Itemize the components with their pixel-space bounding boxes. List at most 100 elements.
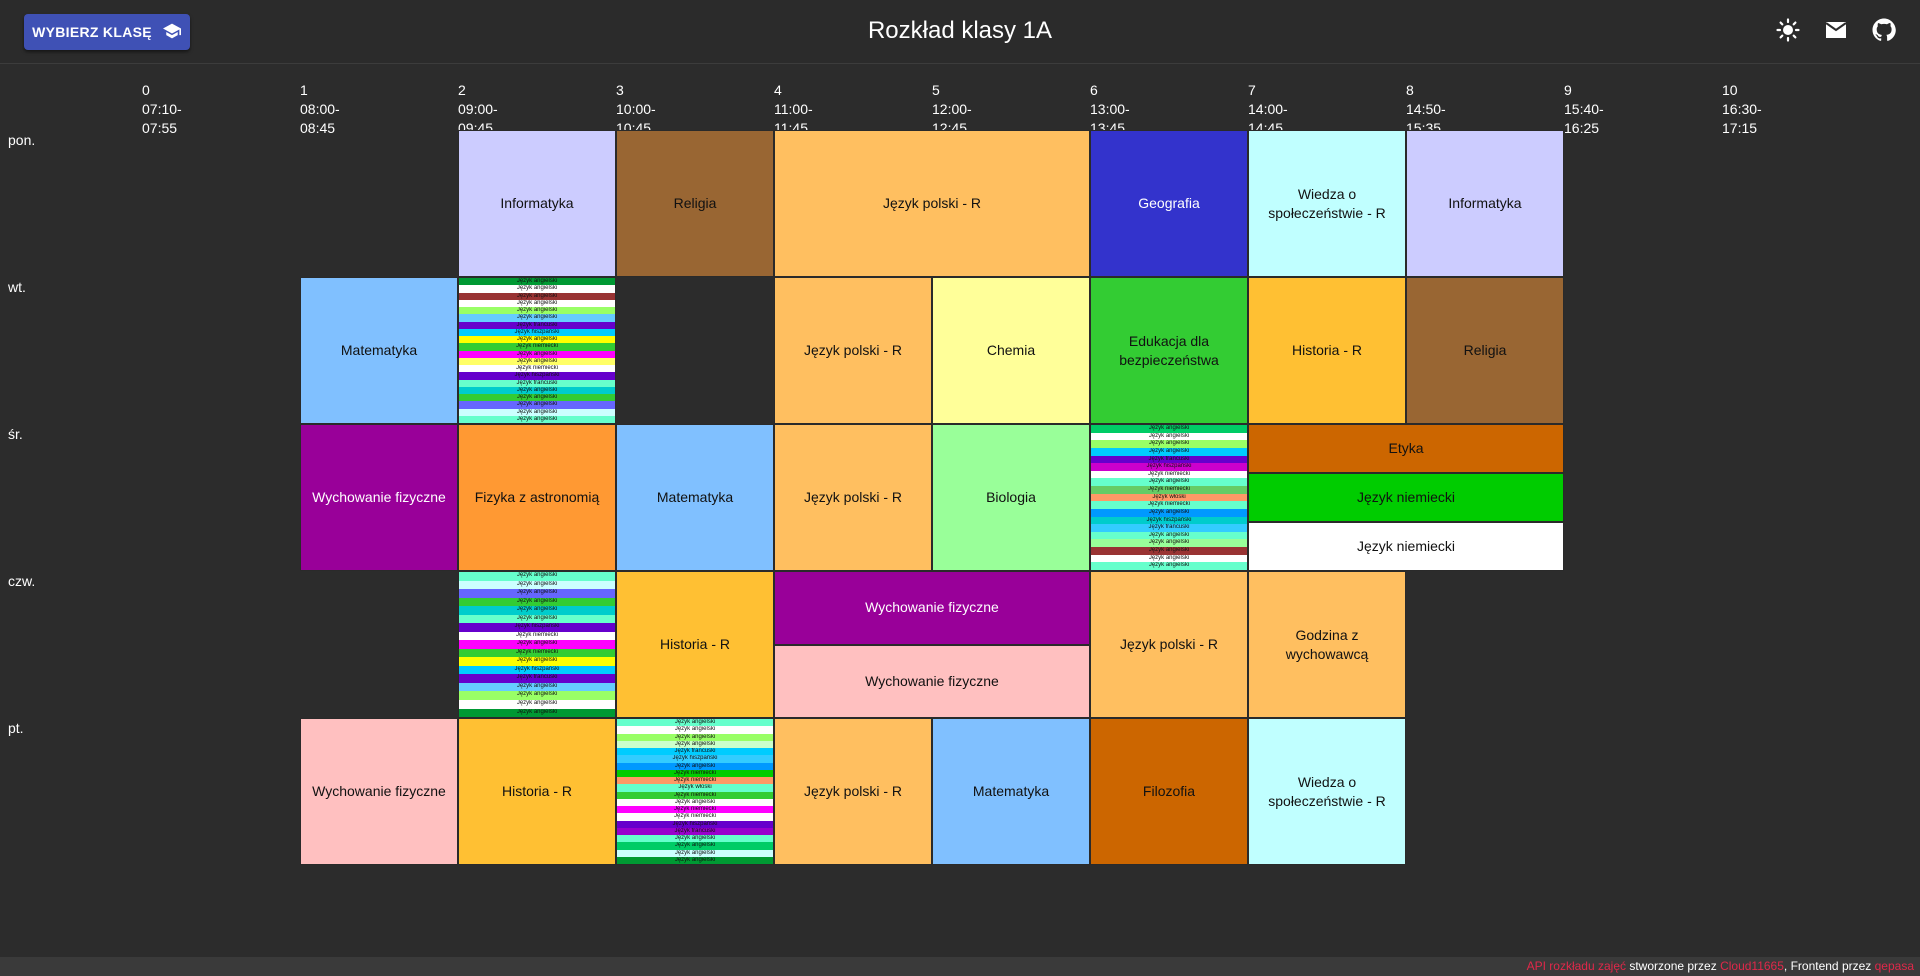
- group-strip[interactable]: Język angielski: [617, 719, 773, 727]
- footer-frontend-link[interactable]: qepasa: [1875, 959, 1914, 973]
- group-strip[interactable]: Język angielski: [617, 726, 773, 734]
- group-strip[interactable]: Język angielski: [1091, 440, 1247, 448]
- group-strip[interactable]: Język angielski: [459, 640, 615, 649]
- group-strip[interactable]: Język angielski: [617, 842, 773, 850]
- group-strip[interactable]: Język angielski: [459, 394, 615, 402]
- group-strip[interactable]: Język hiszpański: [459, 623, 615, 632]
- group-strip[interactable]: Język angielski: [617, 856, 773, 864]
- lesson-cell[interactable]: Język niemiecki: [1248, 522, 1564, 571]
- group-strip[interactable]: Język angielski: [459, 299, 615, 307]
- lesson-cell[interactable]: Geografia: [1090, 130, 1248, 277]
- group-strip[interactable]: Język francuski: [617, 748, 773, 756]
- lesson-cell[interactable]: Fizyka z astronomią: [458, 424, 616, 571]
- group-strip[interactable]: Język niemiecki: [617, 791, 773, 799]
- group-strip[interactable]: Język angielski: [459, 278, 615, 286]
- group-strip[interactable]: Język angielski: [1091, 432, 1247, 441]
- group-strip[interactable]: Język niemiecki: [617, 813, 773, 821]
- group-strip[interactable]: Język angielski: [459, 350, 615, 358]
- lesson-cell[interactable]: Wychowanie fizyczne: [774, 644, 1090, 718]
- lesson-cell[interactable]: Język polski - R: [774, 424, 932, 571]
- lesson-cell[interactable]: Wychowanie fizyczne: [300, 718, 458, 865]
- group-strip[interactable]: Język hiszpański: [459, 328, 615, 336]
- lesson-cell[interactable]: Wychowanie fizyczne: [774, 571, 1090, 645]
- group-strip[interactable]: Język angielski: [617, 733, 773, 741]
- lesson-cell[interactable]: Religia: [616, 130, 774, 277]
- lesson-cell[interactable]: Matematyka: [932, 718, 1090, 865]
- group-strip[interactable]: Język angielski: [1091, 508, 1247, 517]
- lesson-cell[interactable]: Biologia: [932, 424, 1090, 571]
- group-strip[interactable]: Język angielski: [459, 292, 615, 300]
- lesson-cell[interactable]: Wychowanie fizyczne: [300, 424, 458, 571]
- group-strip[interactable]: Język angielski: [459, 415, 615, 423]
- group-strip[interactable]: Język niemiecki: [459, 631, 615, 641]
- group-strip[interactable]: Język angielski: [1091, 554, 1247, 563]
- lesson-cell[interactable]: Etyka: [1248, 424, 1564, 473]
- group-strip[interactable]: Język angielski: [459, 314, 615, 322]
- group-strip[interactable]: Język angielski: [1091, 547, 1247, 555]
- multi-group-cell[interactable]: Język angielski Język angielski Język angi…: [616, 718, 774, 865]
- lesson-cell[interactable]: Wiedza o społeczeństwie - R: [1248, 718, 1406, 865]
- group-strip[interactable]: Język niemiecki: [617, 769, 773, 777]
- group-strip[interactable]: Język angielski: [459, 307, 615, 315]
- lesson-cell[interactable]: Matematyka: [300, 277, 458, 424]
- group-strip[interactable]: Język francuski: [1091, 524, 1247, 532]
- group-strip[interactable]: Język niemiecki: [1091, 470, 1247, 479]
- lesson-cell[interactable]: Język polski - R: [774, 130, 1090, 277]
- group-strip[interactable]: Język hiszpański: [617, 820, 773, 828]
- group-strip[interactable]: Język angielski: [459, 580, 615, 590]
- group-strip[interactable]: Język niemiecki: [617, 777, 773, 785]
- group-strip[interactable]: Język angielski: [617, 835, 773, 843]
- group-strip[interactable]: Język angielski: [459, 614, 615, 624]
- group-strip[interactable]: Język angielski: [459, 597, 615, 607]
- multi-group-cell[interactable]: Język angielski Język angielski Język angi…: [458, 571, 616, 718]
- group-strip[interactable]: Język angielski: [459, 699, 615, 709]
- group-strip[interactable]: Język angielski: [459, 285, 615, 293]
- group-strip[interactable]: Język angielski: [459, 336, 615, 344]
- footer-api-link[interactable]: API rozkładu zajęć: [1527, 959, 1626, 973]
- lesson-cell[interactable]: Historia - R: [616, 571, 774, 718]
- group-strip[interactable]: Język angielski: [459, 572, 615, 581]
- group-strip[interactable]: Język hiszpański: [1091, 516, 1247, 525]
- group-strip[interactable]: Język angielski: [1091, 478, 1247, 486]
- group-strip[interactable]: Język angielski: [459, 401, 615, 409]
- group-strip[interactable]: Język niemiecki: [459, 365, 615, 373]
- group-strip[interactable]: Język włoski: [1091, 493, 1247, 502]
- group-strip[interactable]: Język hiszpański: [617, 755, 773, 763]
- lesson-cell[interactable]: Religia: [1406, 277, 1564, 424]
- footer-author-link[interactable]: Cloud11665: [1720, 959, 1784, 973]
- group-strip[interactable]: Język niemiecki: [1091, 501, 1247, 509]
- group-strip[interactable]: Język angielski: [459, 682, 615, 692]
- group-strip[interactable]: Język hiszpański: [1091, 463, 1247, 471]
- lesson-cell[interactable]: Matematyka: [616, 424, 774, 571]
- group-strip[interactable]: Język włoski: [617, 784, 773, 792]
- group-strip[interactable]: Język niemiecki: [459, 343, 615, 351]
- group-strip[interactable]: Język angielski: [459, 708, 615, 717]
- lesson-cell[interactable]: Godzina z wychowawcą: [1248, 571, 1406, 718]
- group-strip[interactable]: Język angielski: [459, 408, 615, 416]
- lesson-cell[interactable]: Język polski - R: [774, 718, 932, 865]
- mail-icon[interactable]: [1824, 18, 1848, 42]
- group-strip[interactable]: Język francuski: [459, 674, 615, 683]
- theme-sun-icon[interactable]: [1776, 18, 1800, 42]
- group-strip[interactable]: Język angielski: [617, 762, 773, 770]
- lesson-cell[interactable]: Język niemiecki: [1248, 473, 1564, 522]
- group-strip[interactable]: Język francuski: [459, 321, 615, 329]
- group-strip[interactable]: Język francuski: [617, 827, 773, 835]
- group-strip[interactable]: Język angielski: [459, 691, 615, 700]
- group-strip[interactable]: Język angielski: [1091, 562, 1247, 570]
- group-strip[interactable]: Język niemiecki: [1091, 486, 1247, 494]
- group-strip[interactable]: Język angielski: [1091, 447, 1247, 456]
- lesson-cell[interactable]: Historia - R: [458, 718, 616, 865]
- lesson-cell[interactable]: Język polski - R: [774, 277, 932, 424]
- group-strip[interactable]: Język niemiecki: [459, 648, 615, 658]
- lesson-cell[interactable]: Edukacja dla bezpieczeństwa: [1090, 277, 1248, 424]
- group-strip[interactable]: Język angielski: [617, 849, 773, 857]
- lesson-cell[interactable]: Wiedza o społeczeństwie - R: [1248, 130, 1406, 277]
- group-strip[interactable]: Język angielski: [459, 357, 615, 365]
- lesson-cell[interactable]: Informatyka: [458, 130, 616, 277]
- group-strip[interactable]: Język angielski: [617, 740, 773, 748]
- group-strip[interactable]: Język hiszpański: [459, 665, 615, 675]
- group-strip[interactable]: Język francuski: [459, 379, 615, 387]
- lesson-cell[interactable]: Język polski - R: [1090, 571, 1248, 718]
- multi-group-cell[interactable]: Język angielski Język angielski Język angi…: [458, 277, 616, 424]
